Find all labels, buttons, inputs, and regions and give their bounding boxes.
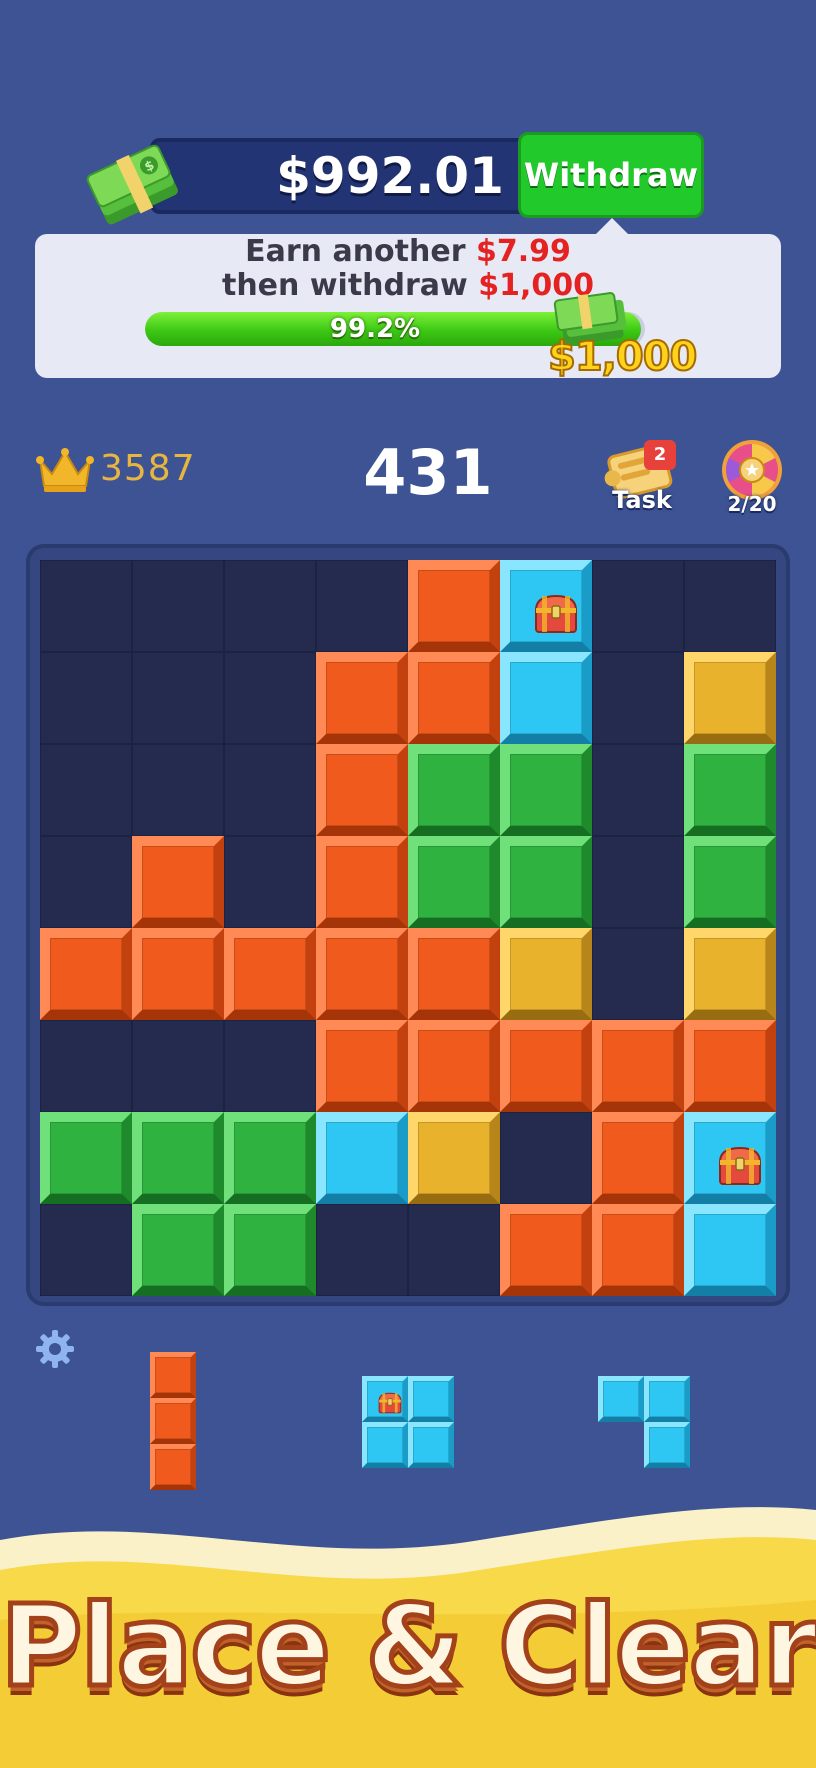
best-score: 3587 xyxy=(100,448,196,489)
game-board[interactable] xyxy=(40,560,776,1296)
orange-block xyxy=(592,1204,684,1296)
orange-block xyxy=(150,1398,196,1444)
board-cell[interactable] xyxy=(224,744,316,836)
cash-stack-icon: $ xyxy=(86,144,178,225)
green-block xyxy=(500,744,592,836)
board-cell[interactable] xyxy=(40,1020,132,1112)
settings-gear-icon[interactable] xyxy=(34,1328,76,1370)
lucky-wheel-button[interactable]: 2/20 xyxy=(712,436,792,520)
task-button[interactable]: 2 Task xyxy=(598,436,686,520)
orange-block xyxy=(316,928,408,1020)
board-cell[interactable] xyxy=(132,560,224,652)
yellow-block xyxy=(684,928,776,1020)
withdraw-button[interactable]: Withdraw xyxy=(518,132,704,218)
orange-block xyxy=(408,652,500,744)
board-cell[interactable] xyxy=(592,744,684,836)
yellow-block xyxy=(684,652,776,744)
green-block xyxy=(408,836,500,928)
orange-block xyxy=(40,928,132,1020)
green-block xyxy=(132,1112,224,1204)
orange-block xyxy=(408,560,500,652)
treasure-block xyxy=(362,1376,408,1422)
green-block xyxy=(132,1204,224,1296)
green-block xyxy=(684,836,776,928)
task-label: Task xyxy=(612,486,672,514)
blue-block xyxy=(598,1376,644,1422)
orange-block xyxy=(316,1020,408,1112)
progress-line-1: Earn another $7.99 xyxy=(35,234,781,269)
yellow-block xyxy=(408,1112,500,1204)
goal-amount-label: $1,000 xyxy=(547,333,698,381)
board-cell[interactable] xyxy=(316,560,408,652)
orange-block xyxy=(408,928,500,1020)
green-block xyxy=(224,1112,316,1204)
orange-block xyxy=(500,1020,592,1112)
treasure-chest-icon xyxy=(534,594,578,633)
earn-prefix: Earn another xyxy=(245,234,466,269)
board-cell[interactable] xyxy=(592,652,684,744)
board-cell[interactable] xyxy=(40,836,132,928)
board-cell[interactable] xyxy=(592,560,684,652)
board-cell[interactable] xyxy=(224,560,316,652)
board-cell[interactable] xyxy=(40,652,132,744)
board-cell[interactable] xyxy=(40,1204,132,1296)
blue-block xyxy=(408,1376,454,1422)
green-block xyxy=(684,744,776,836)
blue-block xyxy=(644,1376,690,1422)
balance-bar: $992.01 xyxy=(150,138,530,214)
blue-block xyxy=(644,1422,690,1468)
board-cell[interactable] xyxy=(40,744,132,836)
board-cell[interactable] xyxy=(592,928,684,1020)
board-cell[interactable] xyxy=(132,652,224,744)
crown-icon xyxy=(36,448,94,492)
orange-block xyxy=(316,836,408,928)
board-cell[interactable] xyxy=(592,836,684,928)
treasure-chest-icon xyxy=(718,1146,762,1185)
banner-title: Place & Clear xyxy=(0,1580,816,1715)
blue-block xyxy=(408,1422,454,1468)
blue-block xyxy=(500,652,592,744)
blue-block xyxy=(316,1112,408,1204)
blue-block xyxy=(362,1422,408,1468)
balance-amount: $992.01 xyxy=(276,147,504,205)
board-cell[interactable] xyxy=(224,652,316,744)
board-cell[interactable] xyxy=(132,744,224,836)
board-cell[interactable] xyxy=(316,1204,408,1296)
orange-block xyxy=(684,1020,776,1112)
board-cell[interactable] xyxy=(40,560,132,652)
progress-line-2: then withdraw $1,000 xyxy=(35,268,781,303)
orange-block xyxy=(500,1204,592,1296)
orange-block xyxy=(132,836,224,928)
green-block xyxy=(40,1112,132,1204)
orange-block xyxy=(150,1352,196,1398)
green-block xyxy=(224,1204,316,1296)
tooltip-pointer xyxy=(596,218,628,234)
orange-block xyxy=(316,652,408,744)
orange-block xyxy=(150,1444,196,1490)
current-score: 431 xyxy=(363,436,493,509)
task-badge-count: 2 xyxy=(644,440,676,470)
board-cell[interactable] xyxy=(224,1020,316,1112)
board-cell[interactable] xyxy=(408,1204,500,1296)
treasure-chest-icon xyxy=(378,1392,402,1414)
orange-block xyxy=(592,1112,684,1204)
board-cell[interactable] xyxy=(684,560,776,652)
blue-block xyxy=(684,1204,776,1296)
green-block xyxy=(500,836,592,928)
orange-block xyxy=(132,928,224,1020)
treasure-block xyxy=(684,1112,776,1204)
orange-block xyxy=(408,1020,500,1112)
treasure-block xyxy=(500,560,592,652)
green-block xyxy=(408,744,500,836)
withdraw-prefix: then withdraw xyxy=(221,268,468,303)
board-cell[interactable] xyxy=(500,1112,592,1204)
board-cell[interactable] xyxy=(132,1020,224,1112)
earn-amount: $7.99 xyxy=(475,234,571,269)
board-cell[interactable] xyxy=(224,836,316,928)
yellow-block xyxy=(500,928,592,1020)
spin-count: 2/20 xyxy=(727,492,777,516)
orange-block xyxy=(316,744,408,836)
orange-block xyxy=(592,1020,684,1112)
orange-block xyxy=(224,928,316,1020)
